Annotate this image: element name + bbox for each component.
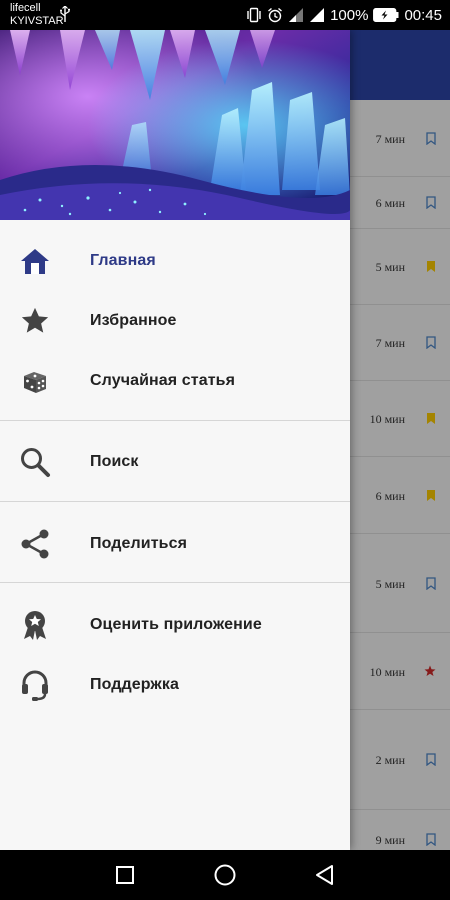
menu-label-support: Поддержка: [90, 676, 179, 693]
menu-item-support[interactable]: Поддержка: [0, 658, 350, 712]
battery-icon: [373, 8, 399, 22]
vibrate-icon: [247, 7, 261, 23]
system-nav-bar: [0, 850, 450, 900]
status-bar: lifecell KYIVSTAR 100% 00:45: [0, 0, 450, 30]
divider: [0, 501, 350, 502]
menu-item-home[interactable]: Главная: [0, 234, 350, 288]
menu-label-share: Поделиться: [90, 535, 188, 552]
dice-icon: [18, 364, 52, 398]
menu-label-search: Поиск: [90, 453, 139, 470]
battery-percent: 100%: [330, 6, 369, 24]
award-icon: [18, 608, 52, 642]
clock: 00:45: [404, 6, 442, 24]
divider: [0, 420, 350, 421]
carrier-info: lifecell KYIVSTAR: [10, 2, 64, 28]
search-icon: [18, 445, 52, 479]
navigation-drawer: Главная Избранное Случайная статья Поиск…: [0, 30, 350, 850]
menu-item-search[interactable]: Поиск: [0, 435, 350, 489]
menu-item-rate-app[interactable]: Оценить приложение: [0, 598, 350, 652]
menu-label-rate-app: Оценить приложение: [90, 616, 262, 633]
menu-item-favorites[interactable]: Избранное: [0, 294, 350, 348]
carrier-name-1: lifecell: [10, 2, 41, 14]
alarm-icon: [268, 7, 283, 23]
headset-icon: [18, 668, 52, 702]
divider: [0, 582, 350, 583]
signal-icon: [289, 8, 304, 22]
crystal-cave-image: [0, 30, 350, 220]
home-icon: [18, 244, 52, 278]
back-button[interactable]: [312, 862, 338, 888]
menu-item-random-article[interactable]: Случайная статья: [0, 354, 350, 408]
share-icon: [18, 527, 52, 561]
star-icon: [18, 304, 52, 338]
recents-button[interactable]: [112, 862, 138, 888]
carrier-name-2: KYIVSTAR: [10, 15, 64, 27]
signal-icon: [310, 8, 325, 22]
menu-label-favorites: Избранное: [90, 312, 177, 329]
home-button[interactable]: [212, 862, 238, 888]
menu-label-random-article: Случайная статья: [90, 372, 236, 389]
usb-icon: [60, 6, 70, 22]
menu-item-share[interactable]: Поделиться: [0, 517, 350, 571]
status-icons: 100% 00:45: [246, 0, 442, 30]
menu-label-home: Главная: [90, 252, 156, 269]
